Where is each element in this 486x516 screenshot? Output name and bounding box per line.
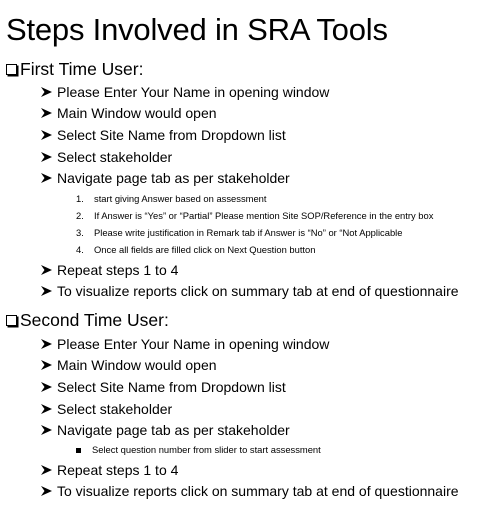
substep-item: 2. If Answer is “Yes” or “Partial” Please… (76, 210, 433, 222)
step-text: Repeat steps 1 to 4 (57, 262, 179, 278)
step-item: Please Enter Your Name in opening window (41, 335, 329, 353)
step-item: Main Window would open (41, 104, 217, 122)
arrowhead-icon (41, 382, 57, 392)
step-text: Navigate page tab as per stakeholder (57, 170, 290, 186)
step-text: Select Site Name from Dropdown list (57, 127, 286, 143)
substep-item: 4. Once all fields are filled click on Ne… (76, 244, 315, 256)
substep-number: 4. (76, 244, 84, 255)
arrowhead-icon (41, 404, 57, 414)
step-item: Main Window would open (41, 356, 217, 374)
step-text: To visualize reports click on summary ta… (57, 283, 459, 299)
checkbox-icon (6, 64, 17, 75)
step-item: Select stakeholder (41, 148, 172, 166)
step-text: Select stakeholder (57, 401, 173, 417)
substep-item: Select question number from slider to st… (76, 444, 321, 456)
step-item: Please Enter Your Name in opening window (41, 83, 329, 101)
arrowhead-icon (41, 286, 57, 296)
step-item: Navigate page tab as per stakeholder (41, 421, 290, 439)
step-item: To visualize reports click on summary ta… (41, 482, 459, 500)
step-text: Main Window would open (57, 357, 217, 373)
substep-number: 1. (76, 193, 84, 204)
substep-text: Select question number from slider to st… (92, 444, 321, 455)
step-text: To visualize reports click on summary ta… (57, 483, 459, 499)
arrowhead-icon (41, 465, 57, 475)
step-text: Main Window would open (57, 105, 217, 121)
substep-text: Once all fields are filled click on Next… (94, 244, 316, 255)
step-text: Repeat steps 1 to 4 (57, 462, 179, 478)
step-item: To visualize reports click on summary ta… (41, 282, 459, 300)
arrowhead-icon (41, 152, 57, 162)
step-item: Select Site Name from Dropdown list (41, 126, 286, 144)
arrowhead-icon (41, 265, 57, 275)
step-item: Repeat steps 1 to 4 (41, 461, 178, 479)
substep-item: 1. start giving Answer based on assessmen… (76, 193, 267, 205)
section-heading: First Time User: (20, 59, 144, 79)
substep-item: 3. Please write justification in Remark t… (76, 227, 402, 239)
substep-text: If Answer is “Yes” or “Partial” Please m… (94, 210, 434, 221)
arrowhead-icon (41, 87, 57, 97)
step-item: Select stakeholder (41, 400, 172, 418)
substep-number: 2. (76, 210, 84, 221)
checkbox-icon (6, 315, 17, 326)
step-text: Select stakeholder (57, 149, 173, 165)
substep-text: Please write justification in Remark tab… (94, 227, 403, 238)
arrowhead-icon (41, 360, 57, 370)
arrowhead-icon (41, 486, 57, 496)
arrowhead-icon (41, 339, 57, 349)
slide: Steps Involved in SRA Tools First Time U… (0, 0, 486, 516)
step-item: Repeat steps 1 to 4 (41, 261, 178, 279)
section-heading: Second Time User: (20, 310, 169, 330)
square-bullet-icon (76, 447, 81, 453)
step-text: Please Enter Your Name in opening window (57, 336, 330, 352)
substep-text: start giving Answer based on assessment (94, 193, 267, 204)
step-item: Navigate page tab as per stakeholder (41, 169, 290, 187)
arrowhead-icon (41, 173, 57, 183)
step-text: Navigate page tab as per stakeholder (57, 422, 290, 438)
section-second-time-user: Second Time User: (6, 309, 169, 331)
arrowhead-icon (41, 130, 57, 140)
step-text: Select Site Name from Dropdown list (57, 379, 286, 395)
section-first-time-user: First Time User: (6, 58, 143, 80)
arrowhead-icon (41, 108, 57, 118)
step-text: Please Enter Your Name in opening window (57, 84, 330, 100)
substep-number: 3. (76, 227, 84, 238)
arrowhead-icon (41, 425, 57, 435)
step-item: Select Site Name from Dropdown list (41, 378, 286, 396)
page-title: Steps Involved in SRA Tools (6, 12, 388, 47)
